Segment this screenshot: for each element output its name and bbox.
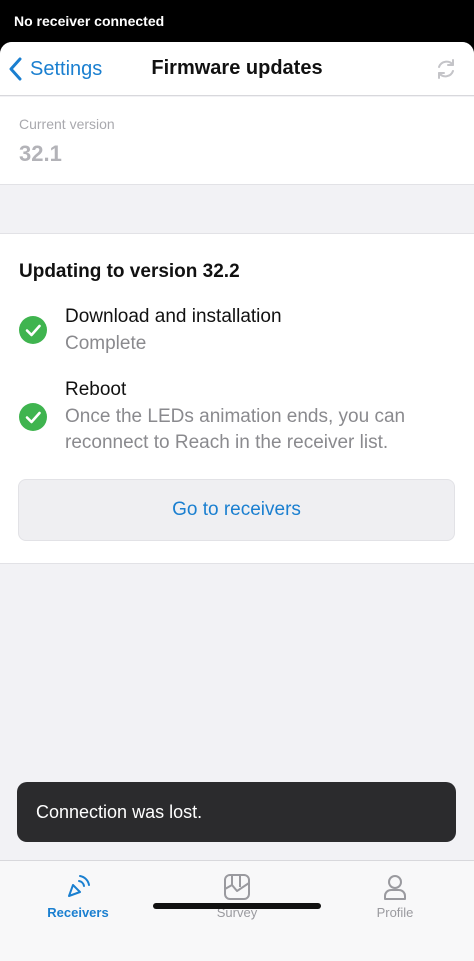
step-subtitle: Complete [65,333,147,354]
home-indicator [153,903,321,909]
toast-message: Connection was lost. [17,782,456,842]
tab-bar: Receivers Survey Profile [0,860,474,961]
check-circle-icon [19,316,47,344]
step-title: Reboot [65,379,127,400]
profile-icon [384,875,406,900]
tab-profile[interactable]: Profile [335,869,455,925]
update-progress-card: Updating to version 32.2 Download and in… [0,233,474,564]
check-circle-icon [19,403,47,431]
tab-label: Receivers [47,905,109,920]
update-title: Updating to version 32.2 [19,261,240,282]
page-title: Firmware updates [151,57,323,79]
step-subtitle: Once the LEDs animation ends, you can re… [65,406,406,453]
status-bar: No receiver connected [0,0,474,42]
go-to-receivers-button[interactable]: Go to receivers [18,479,455,541]
refresh-icon [438,59,454,79]
survey-icon [224,874,250,900]
tab-receivers[interactable]: Receivers [18,869,138,925]
navigation-bar: Settings Firmware updates [0,42,474,96]
tab-survey[interactable]: Survey [177,869,297,925]
receivers-icon [68,875,90,897]
connection-status-text: No receiver connected [14,13,165,29]
current-version-section: Current version 32.1 [0,97,474,185]
current-version-value: 32.1 [19,141,62,166]
refresh-button[interactable] [434,57,458,81]
current-version-label: Current version [19,116,115,132]
firmware-updates-sheet: Settings Firmware updates Current versio… [0,42,474,961]
tab-label: Profile [376,905,414,920]
step-title: Download and installation [65,306,282,327]
